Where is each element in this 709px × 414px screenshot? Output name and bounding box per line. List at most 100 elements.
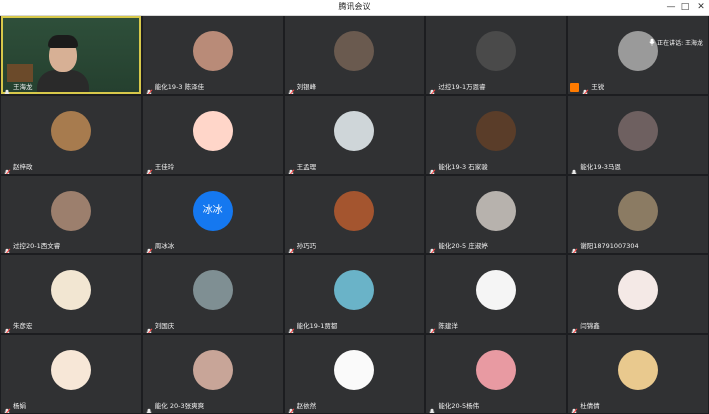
participant-name: 过控19-1万恩睿 [438,82,486,91]
participant-tile[interactable]: 正在讲话: 王海龙王锐 [568,16,708,94]
participant-tile[interactable]: 闫锦鑫 [568,255,708,334]
avatar [476,190,517,231]
participant-tile[interactable]: 过控20-1西文睿 [1,175,141,254]
participant-name: 能化 20-3张爽爽 [154,402,205,410]
participant-name: 杨娟 [13,402,26,410]
participant-tile[interactable]: 陈建洋 [426,255,567,334]
avatar [192,110,233,151]
nameplate: 赵依然 [287,401,316,413]
maximize-button[interactable]: □ [677,1,693,13]
participant-tile[interactable]: 能化19-3 石家骏 [426,95,567,174]
microphone-icon [428,402,436,413]
mic-muted-icon [428,83,436,94]
nameplate: 能化20-5 庄淑婷 [428,241,488,254]
nameplate: 过控19-1万恩睿 [428,82,486,94]
participant-tile[interactable]: 赵依然 [284,335,425,413]
nameplate: 能化 20-3张爽爽 [145,401,205,413]
participant-tile[interactable]: 朱彦宏 [1,255,141,334]
participant-name: 能化19-1贾都 [296,322,338,331]
participant-name: 谢阳18791007304 [580,242,639,251]
screen-share-icon [570,82,580,92]
microphone-icon [145,402,153,413]
mic-muted-icon [570,402,578,413]
participant-tile[interactable]: 冰冰周冰冰 [142,175,283,254]
microphone-icon [570,163,578,174]
avatar [50,190,91,231]
nameplate: 能化20-5杨伟 [428,401,480,413]
mic-muted-icon [287,83,295,94]
participant-name: 能化20-5 庄淑婷 [438,242,488,251]
participant-name: 朱彦宏 [13,322,33,331]
participant-name: 王锐 [591,82,605,91]
participant-name: 王佳玲 [154,162,175,171]
nameplate: 过控20-1西文睿 [3,241,61,254]
mic-muted-icon [581,83,589,94]
nameplate: 朱彦宏 [3,321,33,334]
nameplate: 周冰冰 [145,241,175,254]
participant-tile[interactable]: 杨娟 [1,335,141,413]
participant-tile[interactable]: 能化19-3 陈泽佳 [142,16,283,94]
avatar [334,31,375,71]
avatar [334,190,375,231]
nameplate: 赵梓政 [3,162,33,174]
participant-name: 陈建洋 [438,322,458,331]
participant-name: 赵梓政 [13,162,33,171]
nameplate: 王锐 [570,82,605,94]
participant-tile[interactable]: 王海龙 [1,16,141,94]
avatar [476,270,517,311]
mic-muted-icon [287,402,295,413]
mic-muted-icon [570,242,578,254]
avatar [50,350,91,391]
participant-tile[interactable]: 孙巧巧 [284,175,425,254]
participant-tile[interactable]: 王孟理 [284,95,425,174]
avatar [476,350,517,391]
speaking-indicator: 正在讲话: 王海龙 [648,38,703,47]
avatar [192,270,233,311]
video-feed [3,18,139,92]
avatar [618,110,659,151]
participant-name: 能化19-3马恩 [580,162,621,171]
mic-muted-icon [428,322,436,334]
nameplate: 王佳玲 [145,162,175,174]
title-bar: 腾讯会议 — □ ✕ [0,0,709,16]
participant-name: 孙巧巧 [296,242,317,251]
nameplate: 杜倩倩 [570,401,600,413]
participant-tile[interactable]: 能化19-1贾都 [284,255,425,334]
participant-name: 周冰冰 [154,242,175,251]
participant-tile[interactable]: 王佳玲 [142,95,283,174]
participant-tile[interactable]: 过控19-1万恩睿 [426,16,567,94]
participant-tile[interactable]: 刘国庆 [142,255,283,334]
avatar [476,31,517,71]
mic-muted-icon [428,242,436,254]
avatar [618,350,659,391]
mic-muted-icon [145,163,153,174]
mic-muted-icon [287,242,295,254]
nameplate: 能化19-3 石家骏 [428,162,488,174]
avatar [618,190,659,231]
participant-name: 能化20-5杨伟 [438,402,480,410]
avatar [618,31,659,71]
nameplate: 孙巧巧 [287,241,317,254]
participant-name: 刘国庆 [154,322,175,331]
avatar [192,350,233,391]
nameplate: 刘国庆 [145,321,175,334]
participant-tile[interactable]: 能化20-5杨伟 [426,335,567,413]
nameplate: 能化19-3马恩 [570,162,621,174]
participant-tile[interactable]: 能化20-5 庄淑婷 [426,175,567,254]
participant-tile[interactable]: 能化19-3马恩 [568,95,708,174]
nameplate: 陈建洋 [428,321,458,334]
avatar [476,110,517,151]
participant-name: 过控20-1西文睿 [13,242,61,251]
participant-tile[interactable]: 杜倩倩 [568,335,708,413]
participant-name: 王海龙 [13,82,33,91]
avatar: 冰冰 [192,190,233,231]
microphone-icon [648,38,655,47]
participant-tile[interactable]: 赵梓政 [1,95,141,174]
participant-tile[interactable]: 能化 20-3张爽爽 [142,335,283,413]
participant-tile[interactable]: 谢阳18791007304 [568,175,708,254]
participant-name: 王孟理 [296,162,317,171]
participant-tile[interactable]: 刘银峰 [284,16,425,94]
close-button[interactable]: ✕ [693,1,709,13]
mic-muted-icon [145,322,153,334]
avatar [334,350,375,391]
